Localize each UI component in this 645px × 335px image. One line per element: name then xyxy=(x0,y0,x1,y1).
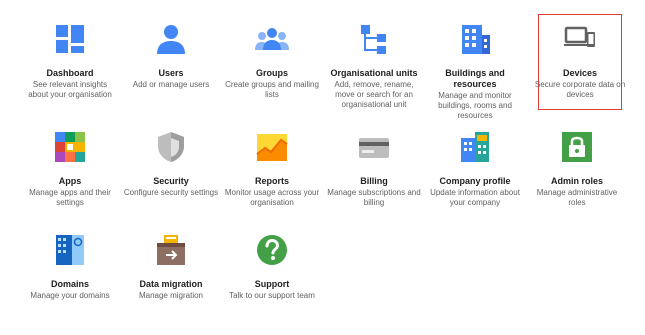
domains-icon xyxy=(56,235,84,265)
card-title: Admin roles xyxy=(550,176,603,186)
card-security[interactable]: Security Configure security settings xyxy=(121,130,221,198)
card-description: Add or manage users xyxy=(132,80,210,89)
card-company-profile[interactable]: Company profile Update information about… xyxy=(425,130,525,208)
help-icon xyxy=(257,235,287,265)
lock-icon xyxy=(562,132,592,162)
card-description: Create groups and mailing lists xyxy=(225,80,319,99)
reports-chart-icon xyxy=(256,134,288,161)
card-description: Add, remove, rename, move or search for … xyxy=(334,80,414,109)
card-description: Talk to our support team xyxy=(229,291,315,300)
building-icon xyxy=(462,25,490,54)
card-description: Secure corporate data on devices xyxy=(534,80,626,99)
card-description: Manage your domains xyxy=(30,291,110,300)
data-migration-icon xyxy=(157,235,185,265)
card-title: Dashboard xyxy=(46,68,94,78)
card-title: Organisational units xyxy=(330,68,418,78)
card-support[interactable]: Support Talk to our support team xyxy=(222,233,322,301)
card-title: Devices xyxy=(562,68,598,78)
card-description: Manage apps and their settings xyxy=(29,188,111,207)
card-description: Manage and monitor buildings, rooms and … xyxy=(438,91,512,120)
card-title: Apps xyxy=(58,176,82,186)
card-title: Company profile xyxy=(439,176,511,186)
groups-icon xyxy=(255,28,289,50)
card-devices[interactable]: Devices Secure corporate data on devices xyxy=(530,22,630,100)
card-title: Domains xyxy=(50,279,89,289)
card-groups[interactable]: Groups Create groups and mailing lists xyxy=(222,22,322,100)
card-reports[interactable]: Reports Monitor usage across your organi… xyxy=(222,130,322,208)
card-dashboard[interactable]: Dashboard See relevant insights about yo… xyxy=(20,22,120,100)
dashboard-icon xyxy=(56,25,84,53)
devices-icon xyxy=(564,26,595,47)
card-description: Manage subscriptions and billing xyxy=(327,188,421,207)
card-apps[interactable]: Apps Manage apps and their settings xyxy=(20,130,120,208)
company-building-icon xyxy=(461,132,489,162)
card-title: Users xyxy=(158,68,184,78)
card-title: Data migration xyxy=(139,279,203,289)
org-units-icon xyxy=(361,25,386,54)
card-description: Manage administrative roles xyxy=(536,188,618,207)
apps-icon xyxy=(55,132,85,162)
card-title: Billing xyxy=(360,176,388,186)
user-icon xyxy=(157,25,185,54)
card-description: Manage migration xyxy=(138,291,204,300)
credit-card-icon xyxy=(359,138,389,158)
card-title: Security xyxy=(153,176,189,186)
card-users[interactable]: Users Add or manage users xyxy=(121,22,221,90)
card-buildings-and-resources[interactable]: Buildings and resources Manage and monit… xyxy=(425,22,525,121)
card-organisational-units[interactable]: Organisational units Add, remove, rename… xyxy=(324,22,424,110)
card-billing[interactable]: Billing Manage subscriptions and billing xyxy=(324,130,424,208)
admin-console-grid: Dashboard See relevant insights about yo… xyxy=(0,0,645,335)
card-admin-roles[interactable]: Admin roles Manage administrative roles xyxy=(527,130,627,208)
card-title: Groups xyxy=(255,68,288,78)
card-description: Update information about your company xyxy=(430,188,520,207)
card-data-migration[interactable]: Data migration Manage migration xyxy=(121,233,221,301)
card-description: See relevant insights about your organis… xyxy=(28,80,112,99)
card-description: Monitor usage across your organisation xyxy=(224,188,320,207)
card-title: Reports xyxy=(254,176,289,186)
shield-icon xyxy=(158,132,184,162)
card-title: Support xyxy=(254,279,290,289)
card-domains[interactable]: Domains Manage your domains xyxy=(20,233,120,301)
card-title: Buildings and resources xyxy=(445,68,505,89)
card-description: Configure security settings xyxy=(123,188,219,197)
